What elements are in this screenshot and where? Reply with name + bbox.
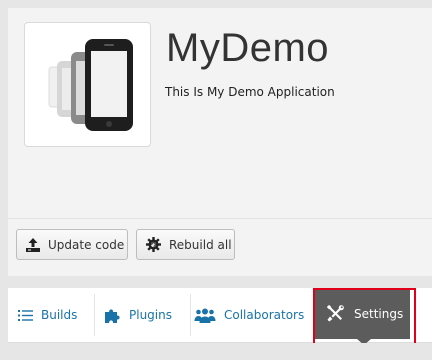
tab-collaborators-label: Collaborators xyxy=(224,308,305,322)
tab-plugins-label: Plugins xyxy=(129,308,172,322)
upload-icon xyxy=(25,237,41,253)
wrench-screwdriver-icon xyxy=(327,305,344,322)
page-frame-left xyxy=(0,0,8,360)
app-title: MyDemo xyxy=(166,26,330,70)
update-code-label: Update code xyxy=(48,237,125,252)
list-icon xyxy=(18,309,33,322)
page-frame-top xyxy=(0,0,432,8)
app-header-panel: MyDemo This Is My Demo Application xyxy=(8,8,432,218)
tab-settings[interactable]: Settings xyxy=(315,288,410,339)
section-gap xyxy=(0,276,432,288)
phonegap-app-icon xyxy=(48,39,133,131)
tab-collaborators[interactable]: Collaborators xyxy=(194,288,312,342)
rebuild-all-button[interactable]: Rebuild all xyxy=(136,229,235,260)
rebuild-gear-icon xyxy=(145,236,162,253)
puzzle-icon xyxy=(104,307,121,324)
tab-builds-label: Builds xyxy=(41,308,78,322)
tab-settings-label: Settings xyxy=(354,306,404,321)
page-bottom-band xyxy=(0,343,432,360)
update-code-button[interactable]: Update code xyxy=(16,229,128,260)
rebuild-all-label: Rebuild all xyxy=(169,237,232,252)
users-icon xyxy=(194,308,216,323)
app-icon xyxy=(24,22,151,147)
action-bar: Update code Rebuild all xyxy=(8,218,432,276)
tab-builds[interactable]: Builds xyxy=(18,288,94,342)
tab-divider xyxy=(190,294,191,336)
app-description: This Is My Demo Application xyxy=(165,85,335,99)
app-tabs: Builds Plugins Collaborators Settings xyxy=(8,288,432,345)
tab-plugins[interactable]: Plugins xyxy=(104,288,190,342)
tab-divider xyxy=(94,294,95,336)
